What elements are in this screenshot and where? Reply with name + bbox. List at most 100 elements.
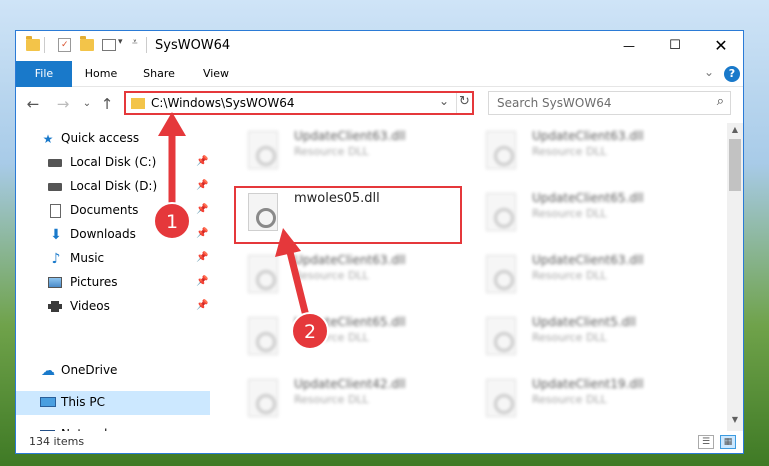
navigation-bar: ← → ⌄ ↑ C:\Windows\SysWOW64 ⌄ ↻ Search S… (16, 87, 743, 121)
sidebar-item-videos[interactable]: Videos 📌 (16, 295, 210, 319)
file-type: Resource DLL (532, 331, 607, 344)
file-name: UpdateClient63.dll (532, 129, 644, 143)
dll-file-icon (486, 193, 516, 231)
sidebar-item-this-pc[interactable]: This PC (16, 391, 210, 415)
drive-icon (48, 180, 64, 194)
sidebar-item-documents[interactable]: Documents 📌 (16, 199, 210, 223)
address-dropdown-icon[interactable]: ⌄ (439, 94, 449, 108)
properties-icon[interactable]: ✓ (58, 38, 71, 52)
new-folder-icon[interactable] (80, 36, 94, 51)
back-button[interactable]: ← (24, 95, 42, 113)
file-type: Resource DLL (294, 269, 369, 282)
minimize-button[interactable]: — (606, 31, 652, 61)
file-item[interactable]: UpdateClient19.dll Resource DLL (474, 371, 702, 423)
file-name: UpdateClient65.dll (294, 315, 406, 329)
recent-locations-button[interactable]: ⌄ (78, 95, 96, 113)
dll-file-icon (248, 255, 278, 293)
sidebar-item-label: OneDrive (61, 363, 118, 377)
sidebar-item-local-disk-c[interactable]: Local Disk (C:) 📌 (16, 151, 210, 175)
sidebar-item-onedrive[interactable]: ☁ OneDrive (16, 359, 210, 383)
cloud-icon: ☁ (41, 363, 55, 379)
tab-share[interactable]: Share (138, 61, 180, 87)
dll-file-icon (248, 379, 278, 417)
file-name: UpdateClient5.dll (532, 315, 636, 329)
help-icon[interactable]: ? (724, 66, 740, 82)
videos-icon (48, 300, 64, 314)
pin-icon[interactable]: 📌 (196, 276, 208, 287)
title-bar: ✓ ▾ ⩡ SysWOW64 — ☐ ✕ (16, 31, 743, 61)
scroll-up-icon[interactable]: ▲ (727, 125, 743, 139)
search-icon[interactable]: ⌕ (717, 94, 724, 109)
downloads-icon: ⬇ (50, 227, 62, 243)
sidebar-item-quick-access[interactable]: ★ Quick access (16, 127, 210, 151)
tab-view[interactable]: View (196, 61, 236, 87)
quick-access-toolbar-icon[interactable] (102, 39, 116, 51)
dll-file-icon (248, 131, 278, 169)
pictures-icon (48, 276, 64, 290)
file-type: Resource DLL (532, 393, 607, 406)
sidebar-item-label: Pictures (70, 275, 118, 289)
address-bar[interactable]: C:\Windows\SysWOW64 ⌄ ↻ (124, 91, 474, 115)
dll-file-icon (486, 317, 516, 355)
up-button[interactable]: ↑ (98, 95, 116, 113)
chevron-down-icon[interactable]: ▾ (118, 37, 123, 47)
forward-button[interactable]: → (54, 95, 72, 113)
sidebar-item-pictures[interactable]: Pictures 📌 (16, 271, 210, 295)
ribbon-tabs: File Home Share View ⌄ ? (16, 61, 743, 117)
pin-icon[interactable]: 📌 (196, 180, 208, 191)
file-type: Resource DLL (294, 331, 369, 344)
sidebar-item-label: Quick access (61, 131, 140, 145)
pin-icon[interactable]: 📌 (196, 228, 208, 239)
file-name: UpdateClient63.dll (532, 253, 644, 267)
sidebar-item-downloads[interactable]: ⬇ Downloads 📌 (16, 223, 210, 247)
file-name: UpdateClient19.dll (532, 377, 644, 391)
navigation-pane: ★ Quick access Local Disk (C:) 📌 Local D… (16, 123, 210, 441)
file-item[interactable]: UpdateClient65.dll Resource DLL (474, 185, 702, 241)
file-item[interactable]: UpdateClient63.dll Resource DLL (236, 123, 464, 179)
file-name: UpdateClient42.dll (294, 377, 406, 391)
file-type: Resource DLL (532, 207, 607, 220)
sidebar-item-label: Local Disk (C:) (70, 155, 157, 169)
expand-ribbon-icon[interactable]: ⌄ (704, 65, 714, 79)
star-icon: ★ (42, 132, 54, 146)
file-type: Resource DLL (294, 393, 369, 406)
music-icon: ♪ (51, 251, 61, 267)
file-name: UpdateClient63.dll (294, 129, 406, 143)
address-path[interactable]: C:\Windows\SysWOW64 (151, 96, 295, 110)
file-item[interactable]: UpdateClient65.dll Resource DLL (236, 309, 464, 365)
maximize-button[interactable]: ☐ (652, 31, 698, 61)
file-item[interactable]: UpdateClient63.dll Resource DLL (236, 247, 464, 303)
pin-icon[interactable]: 📌 (196, 204, 208, 215)
sidebar-item-local-disk-d[interactable]: Local Disk (D:) 📌 (16, 175, 210, 199)
drive-icon (48, 156, 64, 170)
pin-icon[interactable]: 📌 (196, 252, 208, 263)
sidebar-item-label: This PC (61, 395, 105, 409)
file-list: UpdateClient63.dll Resource DLL UpdateCl… (226, 123, 726, 423)
refresh-icon[interactable]: ↻ (459, 94, 470, 109)
pin-icon[interactable]: 📌 (196, 300, 208, 311)
customize-toolbar-icon[interactable]: ⩡ (132, 37, 138, 48)
file-item[interactable]: UpdateClient42.dll Resource DLL (236, 371, 464, 423)
large-icons-view-icon[interactable]: ▦ (720, 435, 736, 449)
sidebar-item-label: Local Disk (D:) (70, 179, 158, 193)
vertical-scrollbar[interactable]: ▲ ▼ (727, 123, 743, 431)
folder-icon (131, 98, 145, 109)
scroll-down-icon[interactable]: ▼ (727, 415, 743, 429)
file-name: UpdateClient63.dll (294, 253, 406, 267)
close-button[interactable]: ✕ (698, 31, 743, 61)
sidebar-item-music[interactable]: ♪ Music 📌 (16, 247, 210, 271)
file-type: Resource DLL (294, 145, 369, 158)
search-placeholder[interactable]: Search SysWOW64 (497, 96, 611, 110)
search-box[interactable]: Search SysWOW64 ⌕ (488, 91, 731, 115)
tab-home[interactable]: Home (80, 61, 122, 87)
details-view-icon[interactable]: ☰ (698, 435, 714, 449)
file-item[interactable]: UpdateClient63.dll Resource DLL (474, 123, 702, 179)
scrollbar-thumb[interactable] (729, 139, 741, 191)
sidebar-item-label: Videos (70, 299, 110, 313)
file-item[interactable]: UpdateClient63.dll Resource DLL (474, 247, 702, 303)
file-item[interactable]: UpdateClient5.dll Resource DLL (474, 309, 702, 365)
pin-icon[interactable]: 📌 (196, 156, 208, 167)
sidebar-item-label: Documents (70, 203, 139, 217)
file-name: UpdateClient65.dll (532, 191, 644, 205)
folder-icon (26, 36, 40, 51)
